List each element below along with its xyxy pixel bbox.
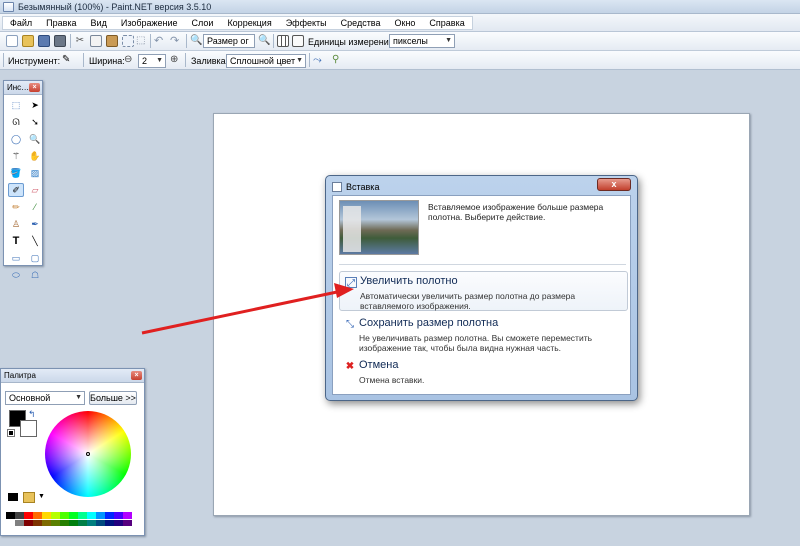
annotation-arrow xyxy=(141,283,354,335)
